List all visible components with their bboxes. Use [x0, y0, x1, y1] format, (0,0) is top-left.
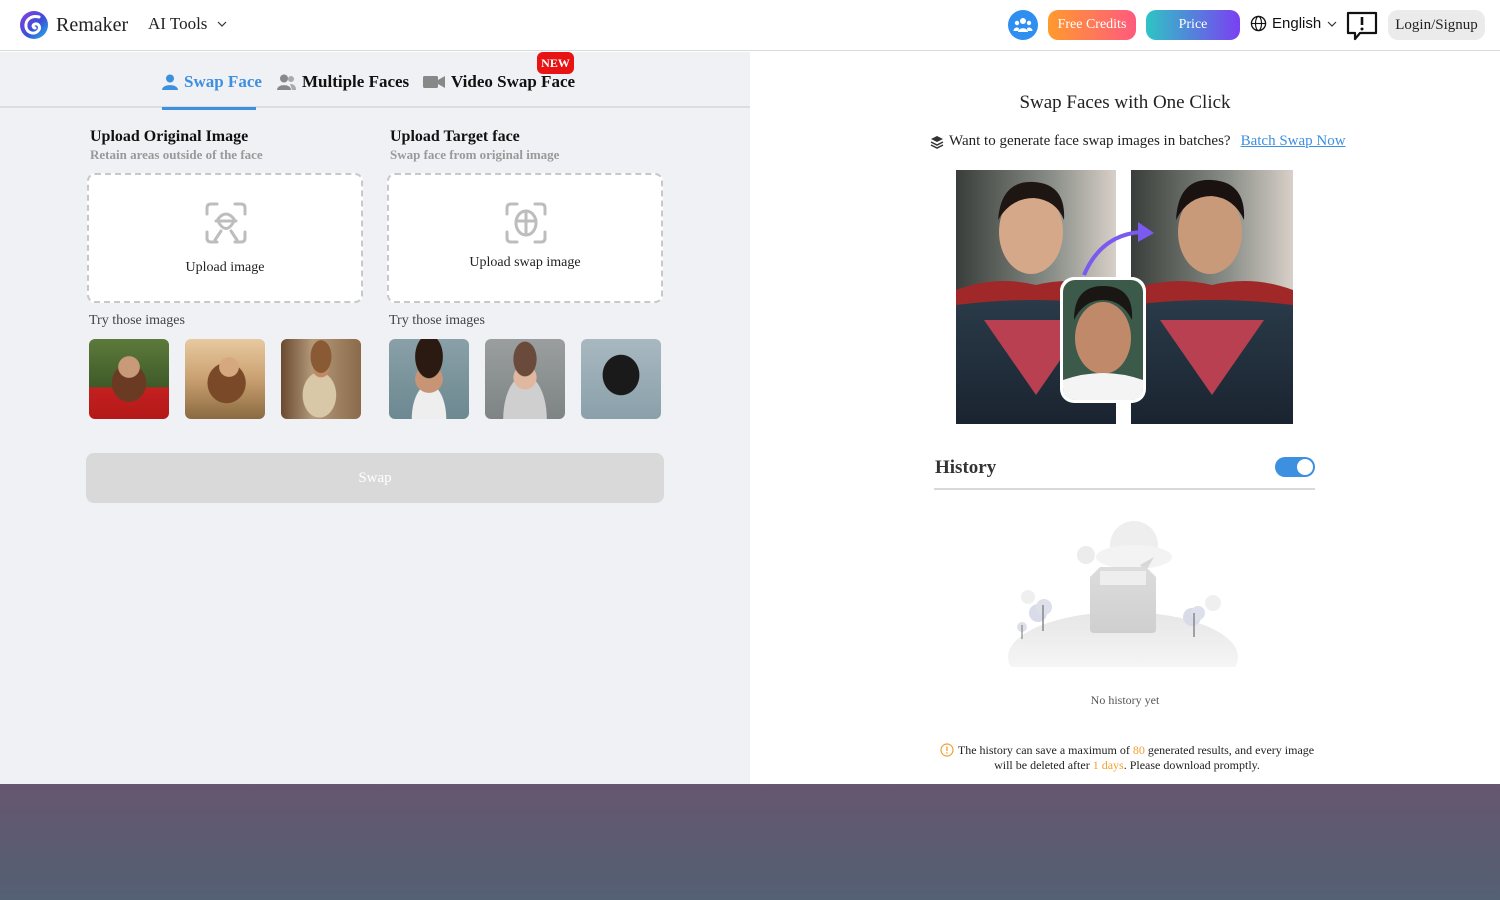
mode-tabs: Swap Face Multiple Faces Video Swap Face…: [0, 52, 750, 110]
upload-original-section: Upload Original Image Retain areas outsi…: [87, 128, 363, 419]
page-footer: [0, 784, 1500, 900]
sample-face-1[interactable]: [389, 339, 469, 419]
upload-original-title: Upload Original Image: [90, 128, 249, 145]
language-selector[interactable]: English: [1250, 15, 1337, 32]
tab-multiple-faces[interactable]: Multiple Faces: [277, 72, 409, 92]
person-icon: [162, 74, 178, 90]
ai-tools-menu[interactable]: AI Tools: [148, 14, 227, 34]
history-retention-notice: The history can save a maximum of 80 gen…: [934, 743, 1320, 773]
sample-image-2[interactable]: [185, 339, 265, 419]
price-button[interactable]: Price: [1146, 10, 1240, 40]
upload-target-subtitle: Swap face from original image: [390, 147, 560, 162]
notice-prefix: The history can save a maximum of: [957, 743, 1133, 757]
feedback-icon[interactable]: [1346, 10, 1378, 42]
upload-target-section: Upload Target face Swap face from origin…: [387, 128, 663, 419]
people-icon: [277, 74, 296, 90]
tab-video-swap-face[interactable]: Video Swap Face: [423, 72, 575, 92]
brand-name: Remaker: [56, 13, 129, 36]
upload-target-title: Upload Target face: [390, 128, 520, 145]
warning-circle-icon: [940, 743, 954, 757]
retention-value: 1 days: [1092, 758, 1124, 772]
try-images-label: Try those images: [389, 313, 485, 328]
upload-image-label: Upload image: [185, 260, 265, 275]
upload-swap-image-label: Upload swap image: [469, 255, 581, 270]
batch-prompt: Want to generate face swap images in bat…: [930, 133, 1346, 150]
tab-label: Video Swap Face: [451, 72, 576, 91]
brand-logo[interactable]: Remaker: [19, 10, 128, 40]
batch-prompt-text: Want to generate face swap images in bat…: [949, 133, 1231, 149]
history-toggle[interactable]: [1275, 457, 1315, 477]
toggle-knob: [1297, 459, 1313, 475]
face-target-icon: [505, 202, 547, 244]
history-title: History: [935, 457, 997, 478]
community-button[interactable]: [1008, 10, 1038, 40]
top-nav: Remaker AI Tools Free Credits Price Engl…: [0, 0, 1500, 51]
tab-label: Swap Face: [184, 72, 262, 91]
tab-label: Multiple Faces: [302, 72, 410, 91]
batch-swap-now-link[interactable]: Batch Swap Now: [1241, 133, 1346, 150]
chevron-down-icon: [1327, 21, 1337, 27]
free-credits-button[interactable]: Free Credits: [1048, 10, 1136, 40]
sample-image-1[interactable]: [89, 339, 169, 419]
upload-target-dropzone[interactable]: Upload swap image: [387, 173, 663, 303]
sample-images-original: [89, 339, 363, 419]
panel-title: Swap Faces with One Click: [1019, 92, 1231, 113]
swap-button[interactable]: Swap: [86, 453, 664, 503]
history-header: History: [934, 450, 1315, 490]
empty-box-illustration: [1008, 521, 1238, 667]
sample-image-3[interactable]: [281, 339, 361, 419]
layers-icon: [930, 135, 944, 149]
chevron-down-icon: [217, 21, 227, 27]
sample-face-3[interactable]: [581, 339, 661, 419]
swap-form-panel: Swap Face Multiple Faces Video Swap Face…: [0, 52, 750, 784]
sample-face-2[interactable]: [485, 339, 565, 419]
ai-tools-label: AI Tools: [148, 14, 208, 33]
video-camera-icon: [423, 76, 445, 88]
source-face-inset: [1060, 277, 1146, 403]
face-swap-demo-image: [956, 170, 1293, 424]
login-signup-button[interactable]: Login/Signup: [1388, 10, 1485, 40]
no-history-text: No history yet: [1090, 693, 1160, 707]
upload-original-dropzone[interactable]: Upload image: [87, 173, 363, 303]
globe-icon: [1250, 15, 1267, 32]
active-tab-indicator: [162, 107, 256, 110]
face-scan-icon: [205, 202, 247, 244]
result-photo: [1131, 170, 1293, 424]
info-panel: Swap Faces with One Click Want to genera…: [750, 52, 1500, 784]
sample-images-target: [389, 339, 663, 419]
tab-swap-face[interactable]: Swap Face: [162, 72, 262, 92]
notice-suffix: . Please download promptly.: [1123, 758, 1260, 772]
remaker-logo-icon: [20, 11, 48, 39]
try-images-label: Try those images: [89, 313, 185, 328]
people-group-icon: [1013, 18, 1033, 32]
new-badge: NEW: [537, 52, 574, 74]
upload-original-subtitle: Retain areas outside of the face: [90, 147, 263, 162]
max-results-value: 80: [1132, 743, 1145, 757]
language-label: English: [1272, 15, 1322, 32]
